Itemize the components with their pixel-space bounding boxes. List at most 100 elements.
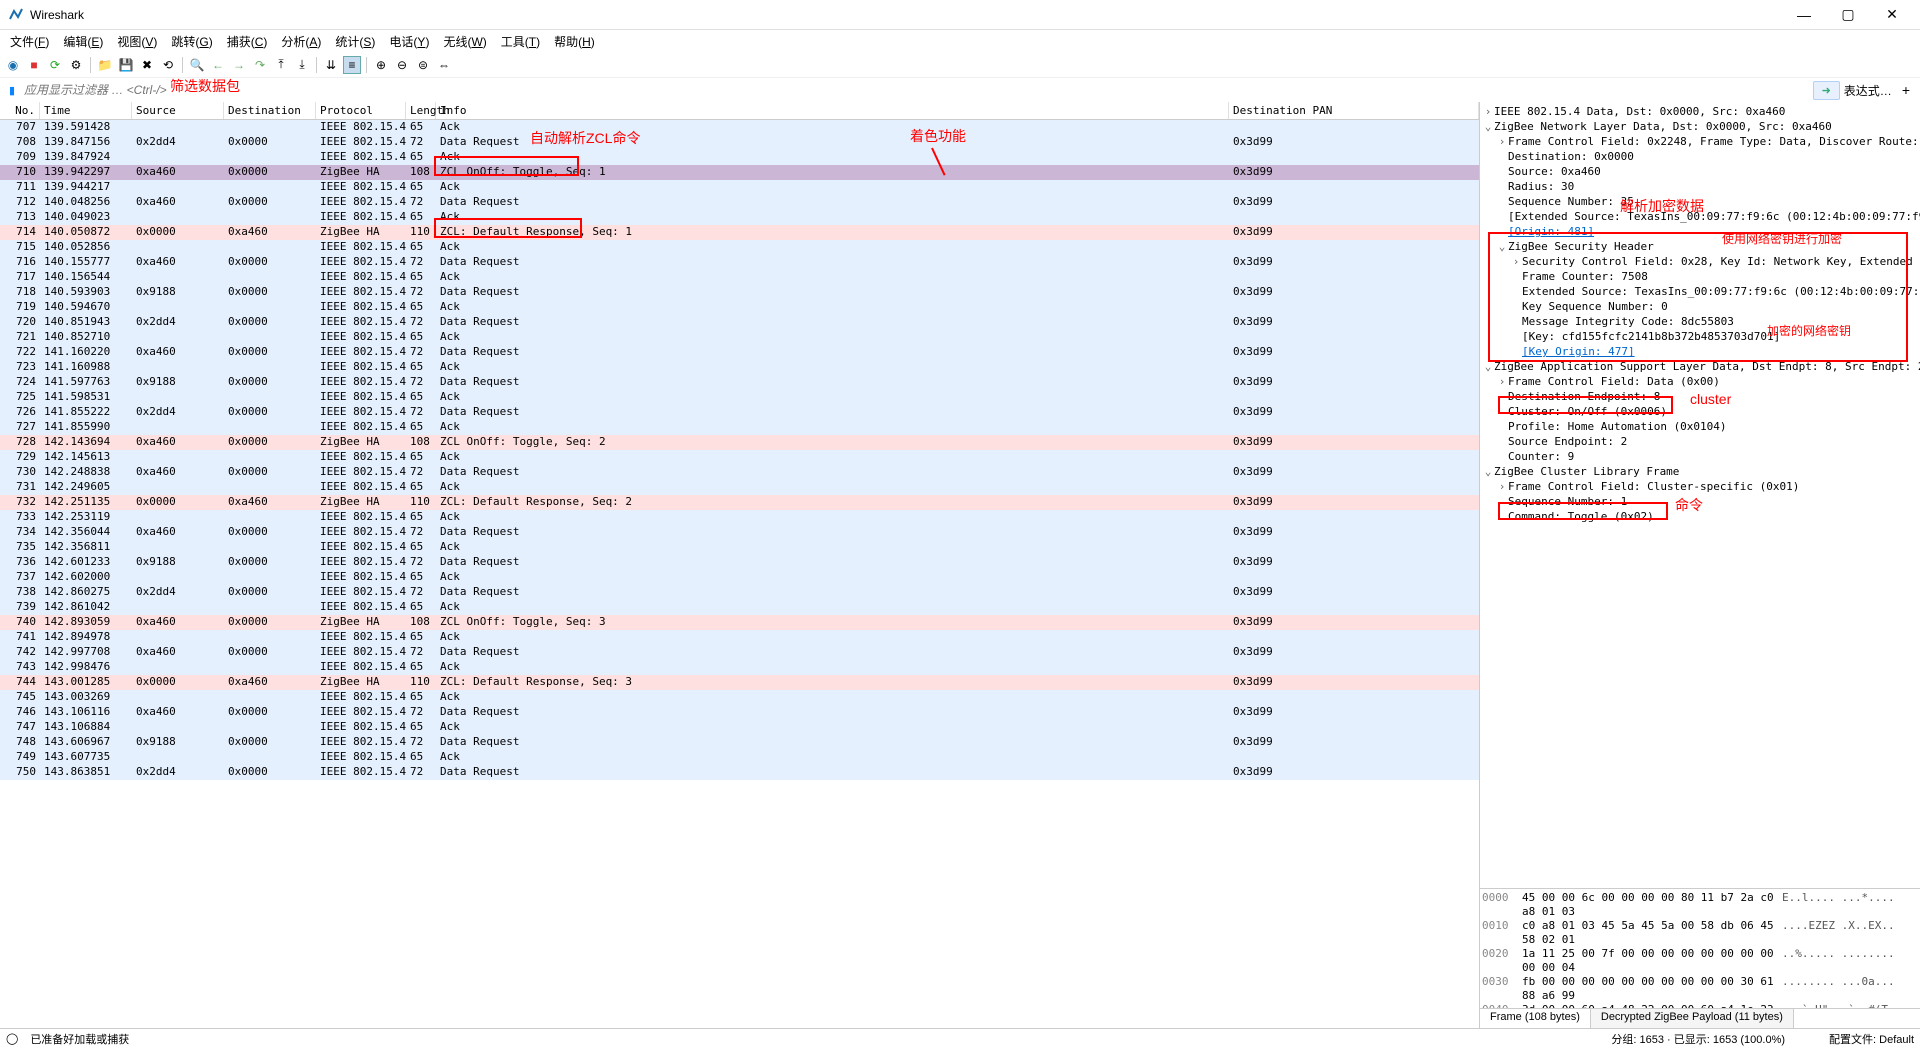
hex-row[interactable]: 0030fb 00 00 00 00 00 00 00 00 00 00 30 … bbox=[1482, 975, 1918, 1003]
expression-button[interactable]: 表达式… bbox=[1844, 82, 1892, 99]
tree-node[interactable]: ›Frame Control Field: Data (0x00) bbox=[1482, 374, 1918, 389]
tree-node[interactable]: Radius: 30 bbox=[1482, 179, 1918, 194]
table-row[interactable]: 710139.9422970xa4600x0000ZigBee HA108ZCL… bbox=[0, 165, 1479, 180]
tree-node[interactable]: Counter: 9 bbox=[1482, 449, 1918, 464]
table-row[interactable]: 736142.6012330x91880x0000IEEE 802.15.472… bbox=[0, 555, 1479, 570]
table-row[interactable]: 719140.594670IEEE 802.15.465Ack bbox=[0, 300, 1479, 315]
first-icon[interactable]: ⤒ bbox=[272, 56, 290, 74]
restart-icon[interactable]: ⟳ bbox=[46, 56, 64, 74]
tree-node[interactable]: ⌄ZigBee Security Header bbox=[1482, 239, 1918, 254]
col-len[interactable]: Length bbox=[406, 102, 436, 119]
col-proto[interactable]: Protocol bbox=[316, 102, 406, 119]
table-row[interactable]: 738142.8602750x2dd40x0000IEEE 802.15.472… bbox=[0, 585, 1479, 600]
table-row[interactable]: 741142.894978IEEE 802.15.465Ack bbox=[0, 630, 1479, 645]
back-icon[interactable]: ← bbox=[209, 56, 227, 74]
last-icon[interactable]: ⤓ bbox=[293, 56, 311, 74]
table-row[interactable]: 717140.156544IEEE 802.15.465Ack bbox=[0, 270, 1479, 285]
forward-icon[interactable]: → bbox=[230, 56, 248, 74]
tree-node[interactable]: ›IEEE 802.15.4 Data, Dst: 0x0000, Src: 0… bbox=[1482, 104, 1918, 119]
table-row[interactable]: 747143.106884IEEE 802.15.465Ack bbox=[0, 720, 1479, 735]
table-row[interactable]: 711139.944217IEEE 802.15.465Ack bbox=[0, 180, 1479, 195]
tree-node[interactable]: ⌄ZigBee Network Layer Data, Dst: 0x0000,… bbox=[1482, 119, 1918, 134]
autoscroll-icon[interactable]: ⇊ bbox=[322, 56, 340, 74]
packet-list[interactable]: 自动解析ZCL命令 着色功能 707139.591428IEEE 802.15.… bbox=[0, 120, 1479, 1028]
tree-node[interactable]: Frame Counter: 7508 bbox=[1482, 269, 1918, 284]
packet-details-tree[interactable]: 解析加密数据 使用网络密钥进行加密 加密的网络密钥 cluster 命令 ›IE… bbox=[1480, 102, 1920, 888]
menu-帮助[interactable]: 帮助(H) bbox=[548, 31, 601, 52]
table-row[interactable]: 726141.8552220x2dd40x0000IEEE 802.15.472… bbox=[0, 405, 1479, 420]
menu-视图[interactable]: 视图(V) bbox=[111, 31, 163, 52]
add-button[interactable]: + bbox=[1896, 82, 1916, 98]
bookmark-icon[interactable]: ▮ bbox=[4, 82, 20, 98]
display-filter-input[interactable] bbox=[24, 83, 1809, 97]
table-row[interactable]: 712140.0482560xa4600x0000IEEE 802.15.472… bbox=[0, 195, 1479, 210]
tree-node[interactable]: Sequence Number: 1 bbox=[1482, 494, 1918, 509]
table-row[interactable]: 733142.253119IEEE 802.15.465Ack bbox=[0, 510, 1479, 525]
table-row[interactable]: 727141.855990IEEE 802.15.465Ack bbox=[0, 420, 1479, 435]
hex-row[interactable]: 00201a 11 25 00 7f 00 00 00 00 00 00 00 … bbox=[1482, 947, 1918, 975]
tree-node[interactable]: ›Frame Control Field: Cluster-specific (… bbox=[1482, 479, 1918, 494]
table-row[interactable]: 725141.598531IEEE 802.15.465Ack bbox=[0, 390, 1479, 405]
tree-node[interactable]: [Key Origin: 477] bbox=[1482, 344, 1918, 359]
col-dst[interactable]: Destination bbox=[224, 102, 316, 119]
col-src[interactable]: Source bbox=[132, 102, 224, 119]
open-icon[interactable]: ◉ bbox=[4, 56, 22, 74]
find-icon[interactable]: 🔍 bbox=[188, 56, 206, 74]
tree-node[interactable]: Profile: Home Automation (0x0104) bbox=[1482, 419, 1918, 434]
tree-node[interactable]: Command: Toggle (0x02) bbox=[1482, 509, 1918, 524]
table-row[interactable]: 716140.1557770xa4600x0000IEEE 802.15.472… bbox=[0, 255, 1479, 270]
table-row[interactable]: 714140.0508720x00000xa460ZigBee HA110ZCL… bbox=[0, 225, 1479, 240]
tree-node[interactable]: Sequence Number: 35 bbox=[1482, 194, 1918, 209]
maximize-button[interactable]: ▢ bbox=[1828, 3, 1868, 27]
menu-捕获[interactable]: 捕获(C) bbox=[221, 31, 274, 52]
table-row[interactable]: 743142.998476IEEE 802.15.465Ack bbox=[0, 660, 1479, 675]
table-row[interactable]: 728142.1436940xa4600x0000ZigBee HA108ZCL… bbox=[0, 435, 1479, 450]
zoom-in-icon[interactable]: ⊕ bbox=[372, 56, 390, 74]
table-row[interactable]: 720140.8519430x2dd40x0000IEEE 802.15.472… bbox=[0, 315, 1479, 330]
resize-cols-icon[interactable]: ⇔ bbox=[435, 56, 453, 74]
tree-node[interactable]: [Origin: 481] bbox=[1482, 224, 1918, 239]
colorize-icon[interactable]: ≡ bbox=[343, 56, 361, 74]
table-row[interactable]: 730142.2488380xa4600x0000IEEE 802.15.472… bbox=[0, 465, 1479, 480]
packet-bytes[interactable]: 000045 00 00 6c 00 00 00 00 80 11 b7 2a … bbox=[1480, 888, 1920, 1008]
tree-node[interactable]: Destination: 0x0000 bbox=[1482, 149, 1918, 164]
tree-node[interactable]: ⌄ZigBee Application Support Layer Data, … bbox=[1482, 359, 1918, 374]
tab-frame[interactable]: Frame (108 bytes) bbox=[1480, 1009, 1591, 1028]
menu-电话[interactable]: 电话(Y) bbox=[383, 31, 435, 52]
menu-跳转[interactable]: 跳转(G) bbox=[165, 31, 218, 52]
table-row[interactable]: 746143.1061160xa4600x0000IEEE 802.15.472… bbox=[0, 705, 1479, 720]
tree-node[interactable]: Source Endpoint: 2 bbox=[1482, 434, 1918, 449]
apply-filter-button[interactable]: ➜ bbox=[1813, 81, 1840, 100]
tree-node[interactable]: ›Frame Control Field: 0x2248, Frame Type… bbox=[1482, 134, 1918, 149]
table-row[interactable]: 715140.052856IEEE 802.15.465Ack bbox=[0, 240, 1479, 255]
tree-node[interactable]: Key Sequence Number: 0 bbox=[1482, 299, 1918, 314]
table-row[interactable]: 745143.003269IEEE 802.15.465Ack bbox=[0, 690, 1479, 705]
tree-node[interactable]: ⌄ZigBee Cluster Library Frame bbox=[1482, 464, 1918, 479]
table-row[interactable]: 732142.2511350x00000xa460ZigBee HA110ZCL… bbox=[0, 495, 1479, 510]
tree-node[interactable]: ›Security Control Field: 0x28, Key Id: N… bbox=[1482, 254, 1918, 269]
table-row[interactable]: 731142.249605IEEE 802.15.465Ack bbox=[0, 480, 1479, 495]
table-row[interactable]: 749143.607735IEEE 802.15.465Ack bbox=[0, 750, 1479, 765]
reload-icon[interactable]: ⟲ bbox=[159, 56, 177, 74]
col-time[interactable]: Time bbox=[40, 102, 132, 119]
menu-统计[interactable]: 统计(S) bbox=[329, 31, 381, 52]
zoom-reset-icon[interactable]: ⊜ bbox=[414, 56, 432, 74]
table-row[interactable]: 724141.5977630x91880x0000IEEE 802.15.472… bbox=[0, 375, 1479, 390]
stop-icon[interactable]: ■ bbox=[25, 56, 43, 74]
menu-无线[interactable]: 无线(W) bbox=[437, 31, 492, 52]
table-row[interactable]: 744143.0012850x00000xa460ZigBee HA110ZCL… bbox=[0, 675, 1479, 690]
tree-node[interactable]: Extended Source: TexasIns_00:09:77:f9:6c… bbox=[1482, 284, 1918, 299]
tree-node[interactable]: Cluster: On/Off (0x0006) bbox=[1482, 404, 1918, 419]
close-button[interactable]: ✕ bbox=[1872, 3, 1912, 27]
hex-row[interactable]: 000045 00 00 6c 00 00 00 00 80 11 b7 2a … bbox=[1482, 891, 1918, 919]
goto-icon[interactable]: ↷ bbox=[251, 56, 269, 74]
table-row[interactable]: 723141.160988IEEE 802.15.465Ack bbox=[0, 360, 1479, 375]
table-row[interactable]: 735142.356811IEEE 802.15.465Ack bbox=[0, 540, 1479, 555]
table-row[interactable]: 707139.591428IEEE 802.15.465Ack bbox=[0, 120, 1479, 135]
table-row[interactable]: 729142.145613IEEE 802.15.465Ack bbox=[0, 450, 1479, 465]
col-dstpan[interactable]: Destination PAN bbox=[1229, 102, 1479, 119]
tree-node[interactable]: [Key: cfd155fcfc2141b8b372b4853703d701] bbox=[1482, 329, 1918, 344]
minimize-button[interactable]: — bbox=[1784, 3, 1824, 27]
table-row[interactable]: 748143.6069670x91880x0000IEEE 802.15.472… bbox=[0, 735, 1479, 750]
close-file-icon[interactable]: ✖ bbox=[138, 56, 156, 74]
